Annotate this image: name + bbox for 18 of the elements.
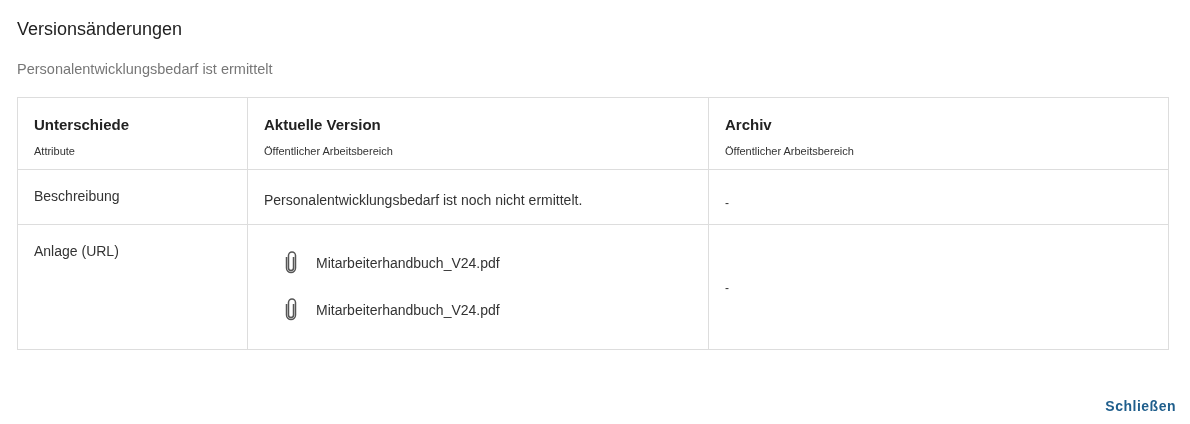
column-header: Archiv (725, 115, 772, 135)
file-link[interactable]: Mitarbeiterhandbuch_V24.pdf (316, 299, 500, 321)
column-subheader: Attribute (34, 144, 75, 159)
attribute-label: Anlage (URL) (34, 243, 119, 259)
cell-text: - (725, 196, 729, 210)
dialog-subtitle: Personalentwicklungsbedarf ist ermittelt (17, 60, 274, 79)
attribute-label: Beschreibung (34, 188, 120, 204)
file-link[interactable]: Mitarbeiterhandbuch_V24.pdf (316, 252, 500, 274)
cell-text: - (725, 281, 729, 295)
paperclip-icon (284, 251, 298, 275)
paperclip-icon (284, 298, 298, 322)
column-subheader: Öffentlicher Arbeitsbereich (264, 144, 393, 159)
column-header: Unterschiede (34, 115, 130, 135)
close-button[interactable]: Schließen (1105, 392, 1176, 421)
column-header: Aktuelle Version (264, 115, 381, 135)
cell-text: Personalentwicklungsbedarf ist noch nicht ermittelt. (264, 192, 583, 208)
dialog-title: Versionsänderungen (17, 18, 184, 41)
column-subheader: Öffentlicher Arbeitsbereich (725, 144, 854, 159)
